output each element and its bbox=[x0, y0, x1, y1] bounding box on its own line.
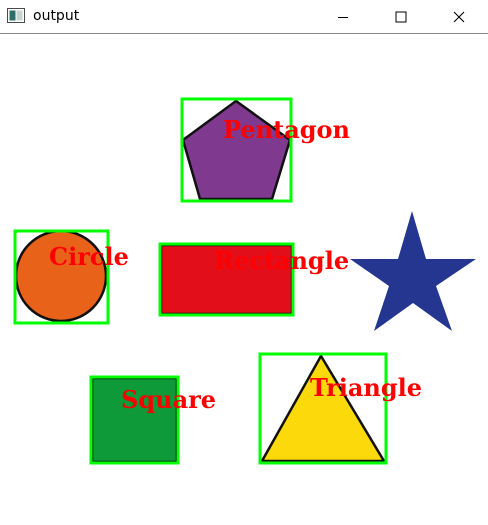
close-button[interactable] bbox=[436, 0, 482, 33]
triangle-label: Triangle bbox=[310, 373, 422, 402]
star-fill bbox=[350, 211, 476, 331]
triangle-fill bbox=[259, 353, 387, 463]
title-bar[interactable]: output bbox=[0, 0, 488, 34]
circle-label: Circle bbox=[49, 242, 129, 271]
output-window: output Pentagon Circle Rectangle Square … bbox=[0, 0, 488, 525]
minimize-button[interactable] bbox=[320, 0, 366, 33]
maximize-icon bbox=[395, 11, 407, 22]
triangle-shape bbox=[258, 352, 388, 465]
app-window-icon bbox=[7, 8, 25, 23]
maximize-button[interactable] bbox=[378, 0, 424, 33]
pentagon-label: Pentagon bbox=[223, 115, 350, 144]
close-icon bbox=[453, 11, 465, 22]
star-shape bbox=[350, 211, 476, 331]
window-title: output bbox=[33, 8, 80, 24]
minimize-icon bbox=[338, 16, 348, 18]
image-canvas: Pentagon Circle Rectangle Square Triangl… bbox=[13, 97, 476, 465]
rectangle-label: Rectangle bbox=[214, 246, 349, 275]
square-label: Square bbox=[121, 385, 216, 414]
